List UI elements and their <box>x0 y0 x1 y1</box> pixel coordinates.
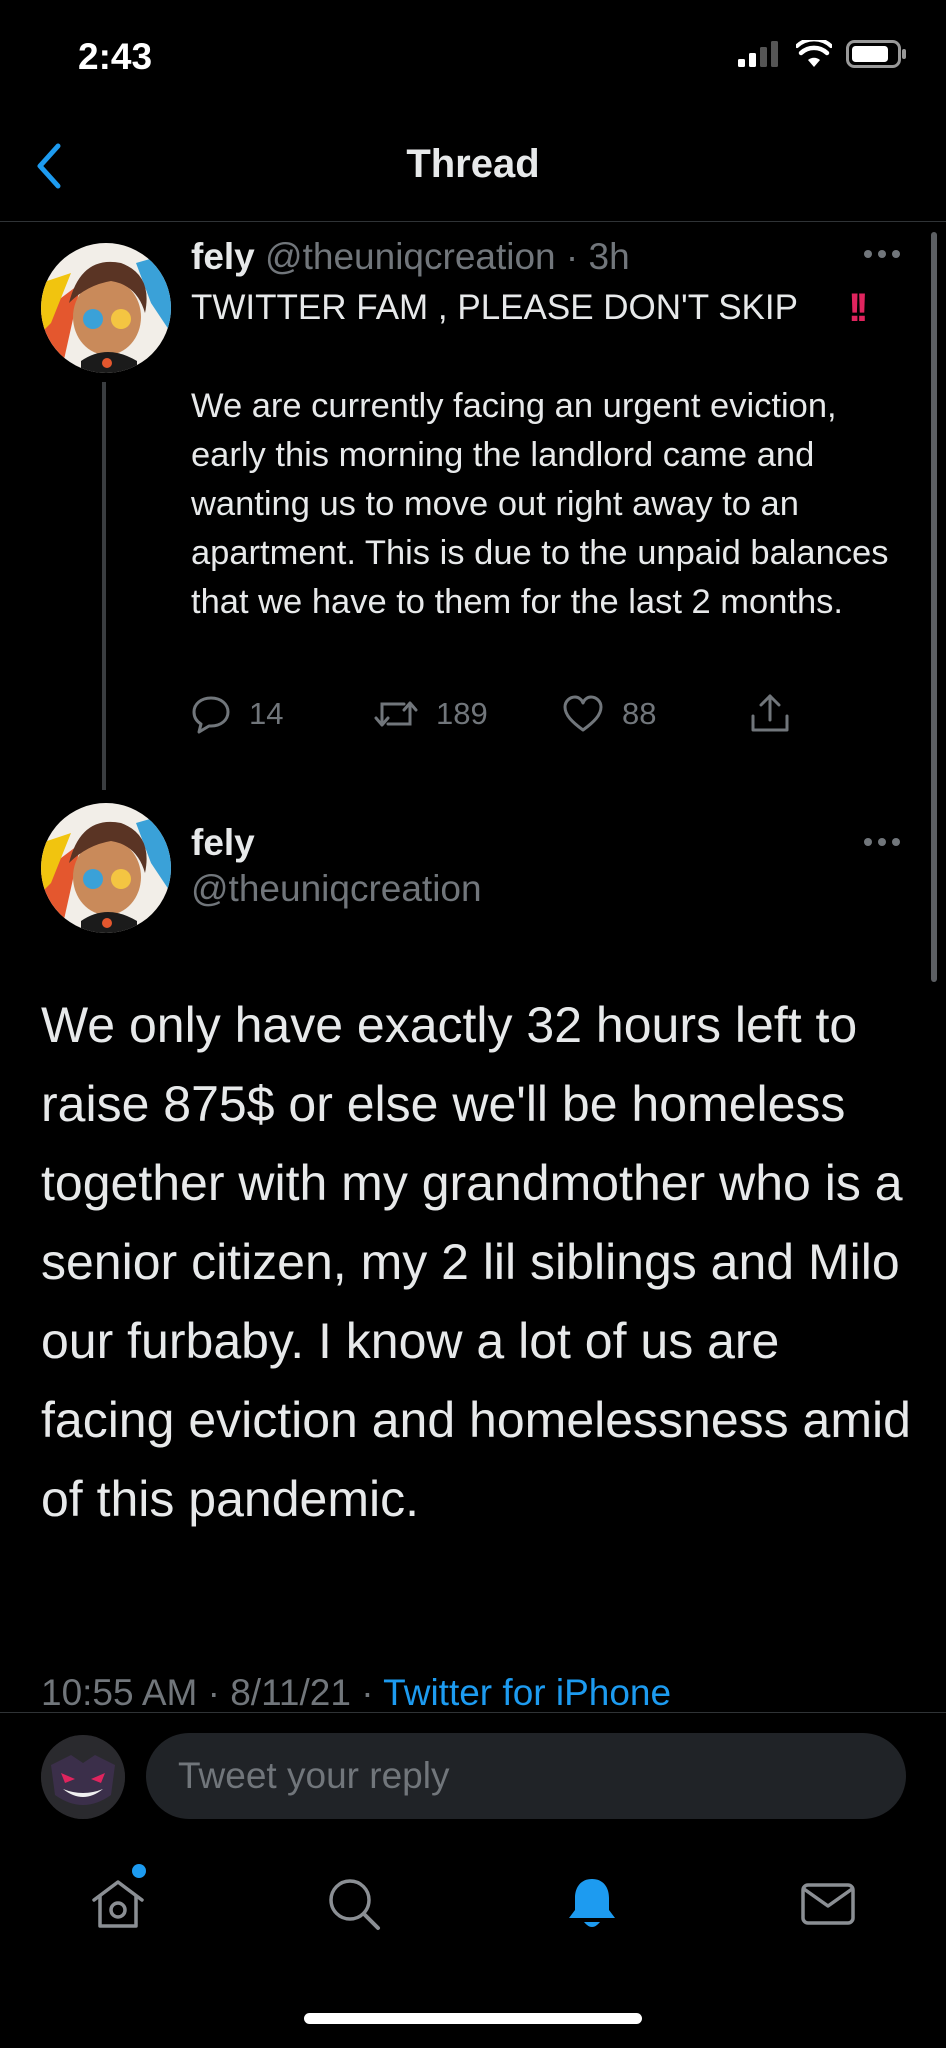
thread-connector <box>102 382 106 790</box>
tweet-time: 10:55 AM <box>41 1672 198 1713</box>
battery-icon <box>846 40 906 68</box>
tweet-age: 3h <box>588 236 630 277</box>
more-icon[interactable] <box>862 836 902 848</box>
tweet-source-link[interactable]: Twitter for iPhone <box>383 1672 671 1713</box>
tweet1-header: fely @theuniqcreation · 3h <box>191 236 630 278</box>
page-title: Thread <box>406 142 540 186</box>
scrollbar[interactable] <box>931 232 937 982</box>
reply-input[interactable] <box>146 1733 906 1819</box>
tweet1-headline: TWITTER FAM , PLEASE DON'T SKIP <box>191 288 798 327</box>
messages-icon[interactable] <box>798 1874 858 1934</box>
author-handle[interactable]: @theuniqcreation <box>191 868 482 910</box>
home-unread-dot <box>132 1864 146 1878</box>
home-icon[interactable] <box>88 1874 148 1934</box>
nav-divider <box>0 221 946 222</box>
double-exclamation-emoji: !! <box>848 286 868 330</box>
reply-divider <box>0 1712 946 1713</box>
like-count: 88 <box>622 696 657 731</box>
more-icon[interactable] <box>862 248 902 260</box>
like-icon <box>563 695 603 732</box>
separator: · <box>361 1672 374 1713</box>
share-icon[interactable] <box>748 692 792 736</box>
cellular-signal-icon <box>738 41 778 67</box>
status-icons <box>738 40 908 68</box>
tweet1-body: We are currently facing an urgent evicti… <box>191 387 889 621</box>
like-button[interactable]: 88 <box>562 694 656 734</box>
retweet-icon <box>374 701 418 727</box>
retweet-count: 189 <box>436 696 488 731</box>
separator: · <box>565 236 579 277</box>
tweet-meta: 10:55 AM · 8/11/21 · Twitter for iPhone <box>41 1672 671 1714</box>
retweet-button[interactable]: 189 <box>374 694 488 734</box>
wifi-icon <box>796 40 832 67</box>
reply-icon <box>192 696 230 734</box>
notifications-icon[interactable] <box>562 1874 622 1934</box>
search-icon[interactable] <box>324 1874 384 1934</box>
tweet-date: 8/11/21 <box>230 1672 351 1713</box>
status-time: 2:43 <box>78 36 153 77</box>
author-handle[interactable]: @theuniqcreation <box>265 236 556 277</box>
home-indicator[interactable] <box>304 2013 642 2024</box>
tweet2-body: We only have exactly 32 hours left to ra… <box>41 997 911 1527</box>
avatar[interactable] <box>41 243 171 373</box>
reply-count: 14 <box>249 696 284 731</box>
author-name[interactable]: fely <box>191 822 255 864</box>
reply-button[interactable]: 14 <box>191 694 283 734</box>
avatar[interactable] <box>41 803 171 933</box>
separator: · <box>207 1672 220 1713</box>
my-avatar[interactable] <box>41 1735 125 1819</box>
author-name[interactable]: fely <box>191 236 255 277</box>
